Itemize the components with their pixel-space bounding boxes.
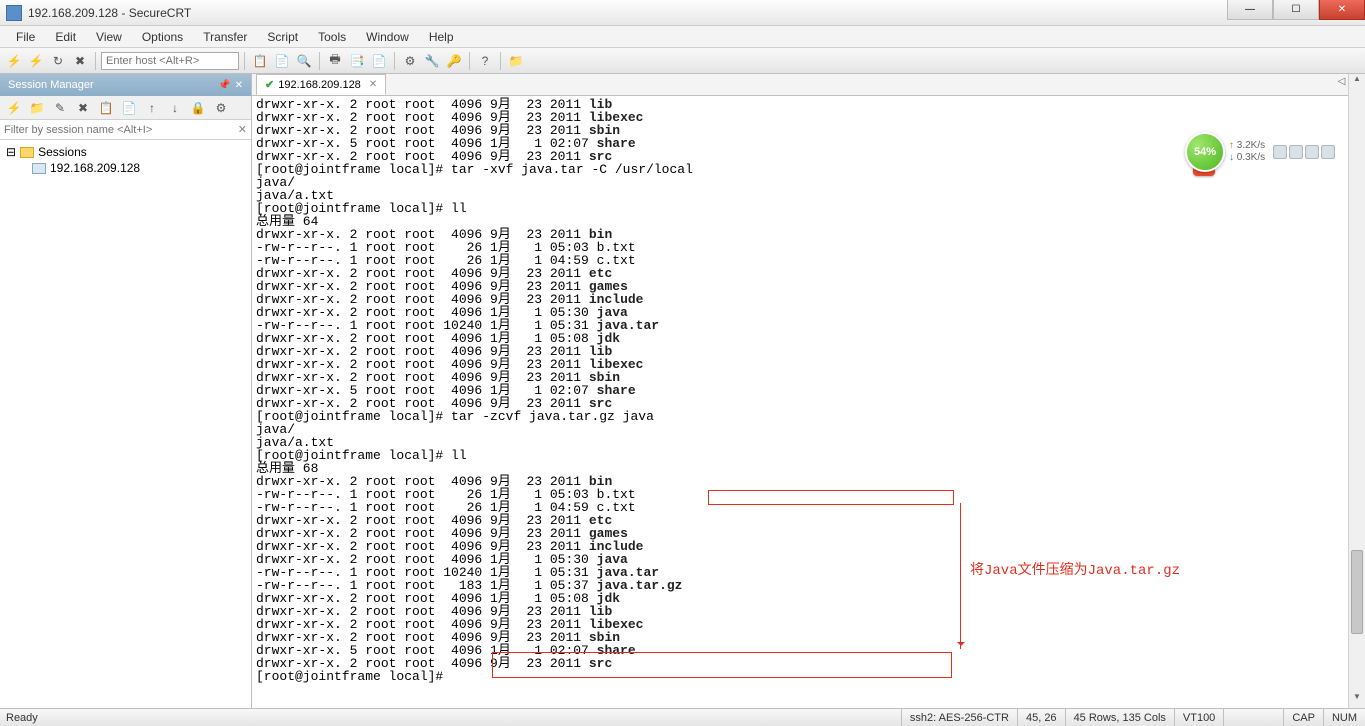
session-icon[interactable]: 📄 [369,51,389,71]
tree-root[interactable]: ⊟ Sessions [6,144,245,160]
status-term: VT100 [1174,709,1223,726]
status-cap: CAP [1283,709,1323,726]
reconnect-icon[interactable]: ↻ [48,51,68,71]
edit-icon[interactable]: ✎ [50,98,70,118]
terminal-icon [32,163,46,174]
menu-tools[interactable]: Tools [308,28,356,46]
delete-icon[interactable]: ✖ [73,98,93,118]
net-stats: ↑ 3.2K/s ↓ 0.3K/s [1229,140,1265,164]
separator [95,52,96,70]
status-protocol: ssh2: AES-256-CTR [901,709,1017,726]
network-monitor-widget[interactable]: 54% ↑ 3.2K/s ↓ 0.3K/s [1185,130,1345,174]
statusbar: Ready ssh2: AES-256-CTR 45, 26 45 Rows, … [0,708,1365,726]
options2-icon[interactable]: ⚙ [211,98,231,118]
annotation-text: 将Java文件压缩为Java.tar.gz [970,559,1180,579]
properties-icon[interactable]: 📑 [347,51,367,71]
copy-icon[interactable]: 📋 [250,51,270,71]
scroll-up-icon[interactable]: ▲ [1349,74,1365,90]
session-tree[interactable]: ⊟ Sessions 192.168.209.128 [0,140,251,708]
pin-icon[interactable]: 📌 [218,80,230,91]
close-panel-icon[interactable]: ✕ [235,80,243,91]
find-icon[interactable]: 🔍 [294,51,314,71]
securefx-icon[interactable]: 📁 [506,51,526,71]
separator [244,52,245,70]
menu-transfer[interactable]: Transfer [193,28,257,46]
cpu-gauge: 54% [1185,132,1225,172]
separator [469,52,470,70]
session-filter-input[interactable] [4,124,238,136]
scrollbar[interactable]: ▲ ▼ [1348,74,1365,708]
tab-session[interactable]: ✔ 192.168.209.128 ✕ [256,74,386,95]
main-area: Session Manager 📌 ✕ ⚡ 📁 ✎ ✖ 📋 📄 ↑ ↓ 🔒 ⚙ … [0,74,1365,708]
menu-edit[interactable]: Edit [45,28,86,46]
terminal-output[interactable]: drwxr-xr-x. 2 root root 4096 9月 23 2011 … [252,96,1365,708]
host-input[interactable] [101,52,239,70]
tab-prev-icon[interactable]: ◁ [1336,76,1348,87]
window-controls: — ☐ ✕ [1227,0,1365,20]
toolbar: ⚡ ⚡ ↻ ✖ 📋 📄 🔍 🖶 📑 📄 ⚙ 🔧 🔑 ? 📁 [0,48,1365,74]
status-num: NUM [1323,709,1365,726]
status-dims: 45 Rows, 135 Cols [1065,709,1174,726]
session-filter: ✕ [0,120,251,140]
quickconnect-icon[interactable]: ⚡ [26,51,46,71]
app-icon [6,5,22,21]
tab-label: 192.168.209.128 [278,79,361,91]
move-up-icon[interactable]: ↑ [142,98,162,118]
widget-icon[interactable] [1321,145,1335,159]
widget-tools [1273,145,1335,159]
menu-view[interactable]: View [86,28,132,46]
paste-session-icon[interactable]: 📄 [119,98,139,118]
session-manager-header: Session Manager 📌 ✕ [0,74,251,96]
annotation-arrow [960,503,961,649]
clear-filter-icon[interactable]: ✕ [238,123,247,136]
separator [319,52,320,70]
separator [394,52,395,70]
session-manager-panel: Session Manager 📌 ✕ ⚡ 📁 ✎ ✖ 📋 📄 ↑ ↓ 🔒 ⚙ … [0,74,252,708]
menu-options[interactable]: Options [132,28,193,46]
session-manager-title: Session Manager [8,79,94,91]
menu-window[interactable]: Window [356,28,419,46]
widget-icon[interactable] [1273,145,1287,159]
tree-item-label: 192.168.209.128 [50,161,140,175]
separator [500,52,501,70]
scroll-down-icon[interactable]: ▼ [1349,692,1365,708]
key-icon[interactable]: 🔑 [444,51,464,71]
menu-script[interactable]: Script [257,28,308,46]
tree-item[interactable]: 192.168.209.128 [6,160,245,176]
new-session-icon[interactable]: ⚡ [4,98,24,118]
status-cursor: 45, 26 [1017,709,1065,726]
new-folder-icon[interactable]: 📁 [27,98,47,118]
settings-icon[interactable]: 🔧 [422,51,442,71]
menu-help[interactable]: Help [419,28,464,46]
session-toolbar: ⚡ 📁 ✎ ✖ 📋 📄 ↑ ↓ 🔒 ⚙ [0,96,251,120]
menubar: File Edit View Options Transfer Script T… [0,26,1365,48]
move-down-icon[interactable]: ↓ [165,98,185,118]
copy-session-icon[interactable]: 📋 [96,98,116,118]
paste-icon[interactable]: 📄 [272,51,292,71]
expand-icon[interactable]: ⊟ [6,145,16,159]
lock-icon[interactable]: 🔒 [188,98,208,118]
maximize-button[interactable]: ☐ [1273,0,1319,20]
menu-file[interactable]: File [6,28,45,46]
window-title: 192.168.209.128 - SecureCRT [28,6,191,20]
connect-icon[interactable]: ⚡ [4,51,24,71]
widget-icon[interactable] [1305,145,1319,159]
disconnect-icon[interactable]: ✖ [70,51,90,71]
help-icon[interactable]: ? [475,51,495,71]
tree-root-label: Sessions [38,145,87,159]
print-icon[interactable]: 🖶 [325,51,345,71]
close-button[interactable]: ✕ [1319,0,1365,20]
tab-close-icon[interactable]: ✕ [369,79,377,90]
titlebar: 192.168.209.128 - SecureCRT — ☐ ✕ [0,0,1365,26]
options-icon[interactable]: ⚙ [400,51,420,71]
connected-icon: ✔ [265,78,274,91]
widget-icon[interactable] [1289,145,1303,159]
scroll-thumb[interactable] [1351,550,1363,634]
folder-icon [20,147,34,158]
status-ready: Ready [0,712,901,724]
tab-bar: ✔ 192.168.209.128 ✕ ◁ ▷ [252,74,1365,96]
minimize-button[interactable]: — [1227,0,1273,20]
